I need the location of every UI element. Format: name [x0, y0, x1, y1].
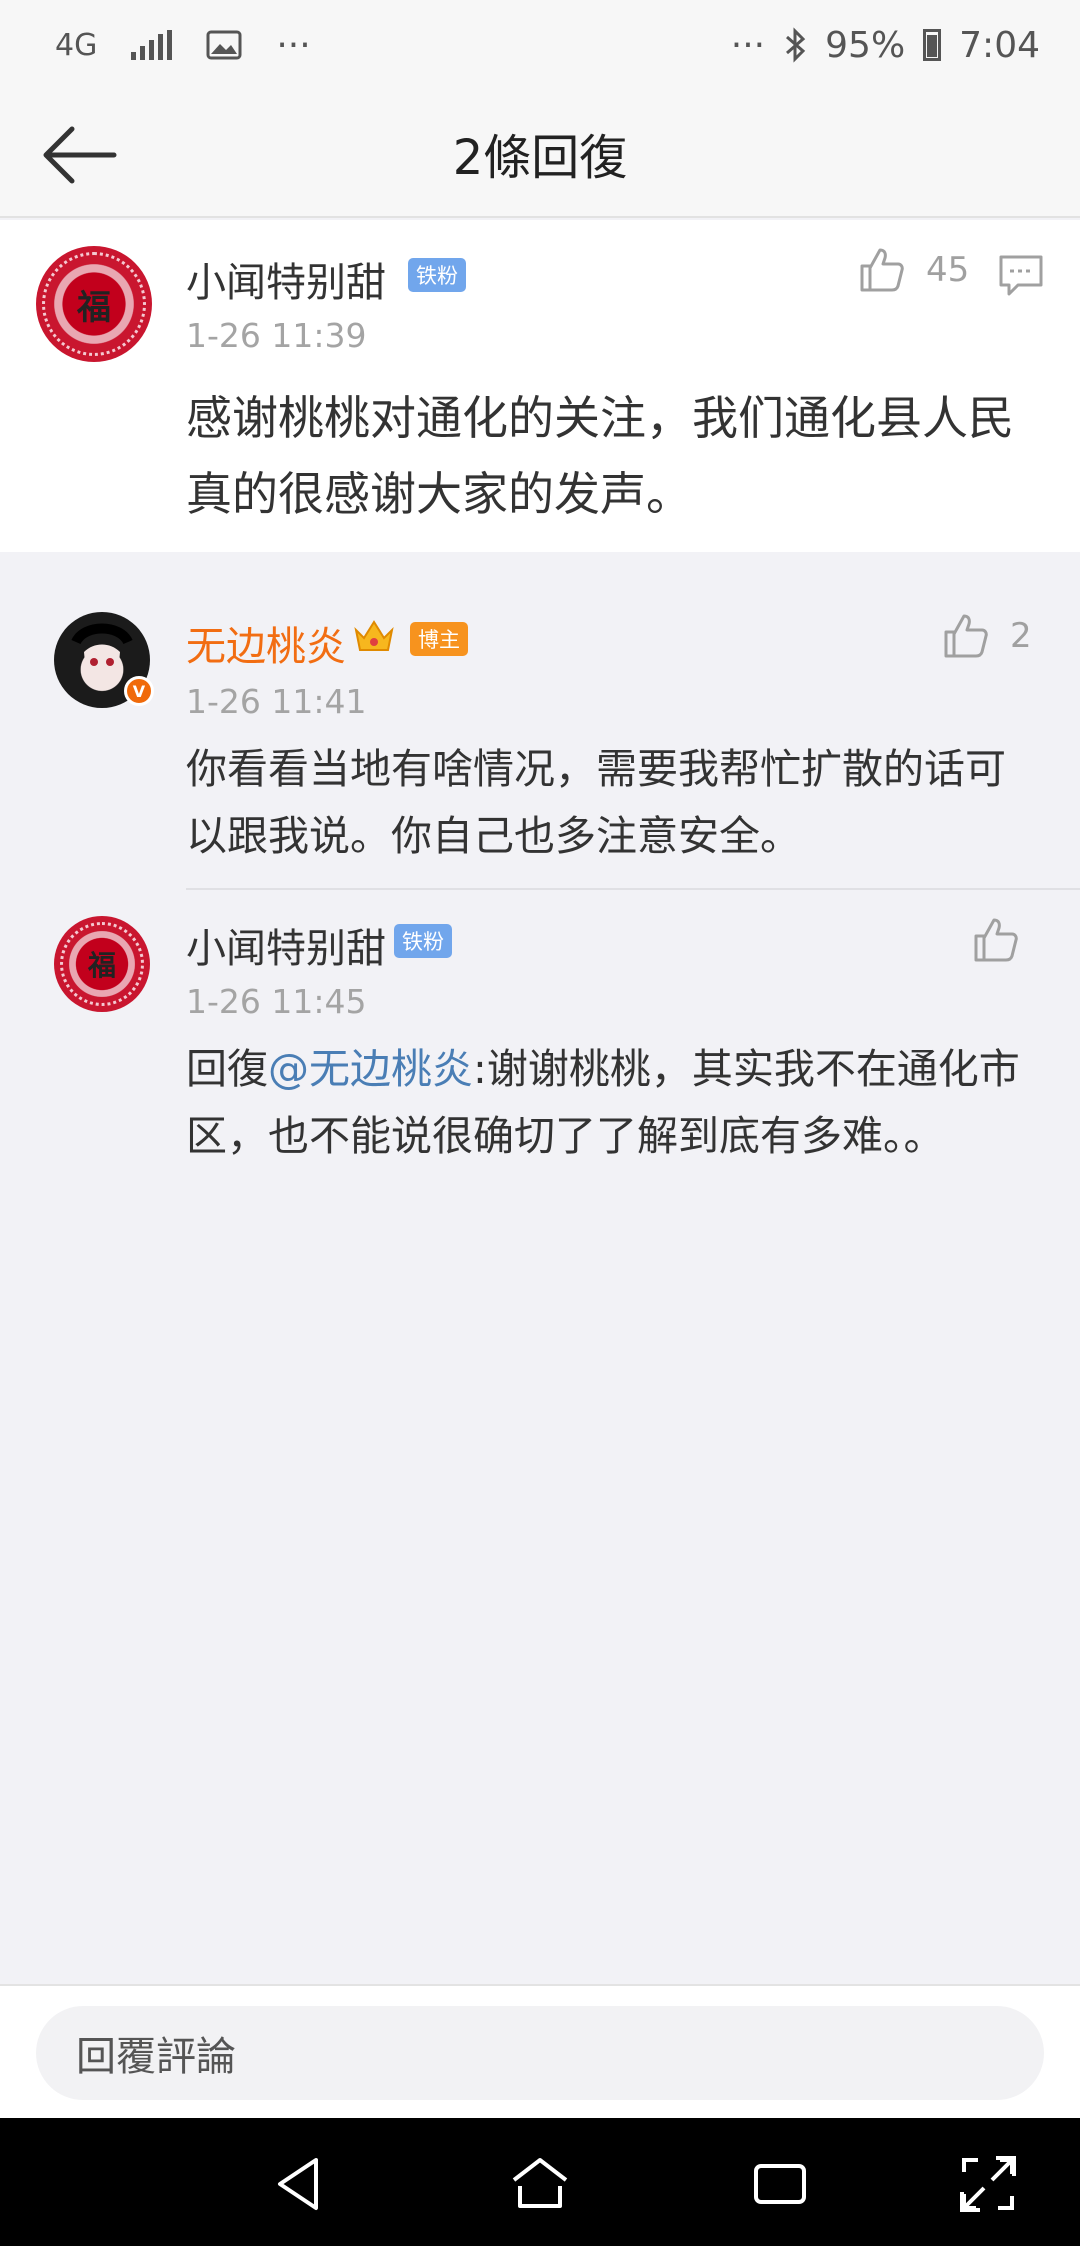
like-button[interactable]	[972, 916, 1020, 964]
comment-time: 1-26 11:39	[186, 316, 367, 355]
crown-icon	[354, 620, 394, 651]
signal-icon	[131, 30, 173, 60]
avatar[interactable]: 福	[36, 246, 152, 362]
triangle-back-icon	[278, 2158, 318, 2210]
main-comment: 福 小闻特别甜 铁粉 1-26 11:39 45 感谢桃桃对通化的关注，我们通化…	[0, 220, 1080, 552]
battery-percent: 95%	[825, 24, 906, 66]
recents-icon	[754, 2164, 806, 2204]
clock: 7:04	[959, 24, 1040, 66]
reply-username[interactable]: 小闻特别甜	[186, 916, 386, 974]
avatar-text: 福	[87, 949, 116, 982]
thumbs-up-icon	[974, 918, 1018, 962]
home-icon	[512, 2158, 568, 2208]
like-button[interactable]: 2	[942, 612, 1032, 660]
reply-content: 你看看当地有啥情况，需要我帮忙扩散的话可以跟我说。你自己也多注意安全。	[186, 745, 1006, 860]
nav-expand-button[interactable]	[956, 2152, 1020, 2216]
battery-icon	[923, 29, 942, 61]
more-notifications: ···	[276, 24, 311, 66]
thumbs-up-icon	[860, 248, 904, 292]
page-title: 2條回復	[452, 130, 628, 186]
fan-badge: 铁粉	[408, 258, 466, 292]
reply-time: 1-26 11:41	[186, 682, 367, 721]
avatar-text: 福	[77, 287, 111, 328]
nav-recents-button[interactable]	[748, 2152, 812, 2216]
reply-username[interactable]: 无边桃炎	[186, 614, 346, 672]
comment-content: 感谢桃桃对通化的关注，我们通化县人民真的很感谢大家的发声。	[186, 391, 1014, 521]
top-navigation: 2條回復	[0, 90, 1080, 218]
reply-prefix: 回復	[186, 1045, 268, 1093]
status-bar: 4G ··· ··· 95% 7:04	[0, 0, 1080, 90]
blogger-badge: 博主	[410, 622, 468, 656]
comment-username[interactable]: 小闻特别甜	[186, 250, 386, 308]
reply-content: 回復@无边桃炎:谢谢桃桃，其实我不在通化市区，也不能说很确切了了解到底有多难。。	[186, 1036, 1046, 1170]
fan-badge: 铁粉	[394, 924, 452, 958]
avatar[interactable]: 福	[54, 916, 150, 1012]
replies-list: V 无边桃炎 博主 1-26 11:41 2 你看看当地有啥情况，需要我帮忙扩散…	[0, 582, 1080, 1982]
more-status: ···	[730, 24, 766, 66]
nav-back-button[interactable]	[268, 2152, 332, 2216]
image-icon	[206, 30, 242, 60]
avatar[interactable]: V	[54, 612, 154, 708]
nav-home-button[interactable]	[508, 2152, 572, 2216]
reply-bar: 回覆評論	[0, 1984, 1080, 2118]
mention-link[interactable]: @无边桃炎	[268, 1045, 473, 1093]
reply-time: 1-26 11:45	[186, 982, 367, 1021]
system-navigation-bar	[0, 2118, 1080, 2246]
reply-input[interactable]: 回覆評論	[36, 2006, 1044, 2100]
like-button[interactable]: 45	[858, 246, 969, 294]
like-count: 2	[1010, 616, 1032, 656]
like-count: 45	[926, 250, 970, 290]
comment-icon	[999, 255, 1043, 296]
expand-icon	[960, 2156, 1016, 2212]
verified-badge-icon: V	[124, 676, 154, 706]
bluetooth-icon	[783, 27, 807, 63]
reply-item: V 无边桃炎 博主 1-26 11:41 2 你看看当地有啥情况，需要我帮忙扩散…	[0, 582, 1080, 888]
thumbs-up-icon	[944, 614, 988, 658]
network-type: 4G	[55, 27, 98, 63]
reply-item: 福 小闻特别甜 铁粉 1-26 11:45 回復@无边桃炎:谢谢桃桃，其实我不在…	[0, 890, 1080, 1190]
reply-comment-button[interactable]	[998, 254, 1044, 298]
